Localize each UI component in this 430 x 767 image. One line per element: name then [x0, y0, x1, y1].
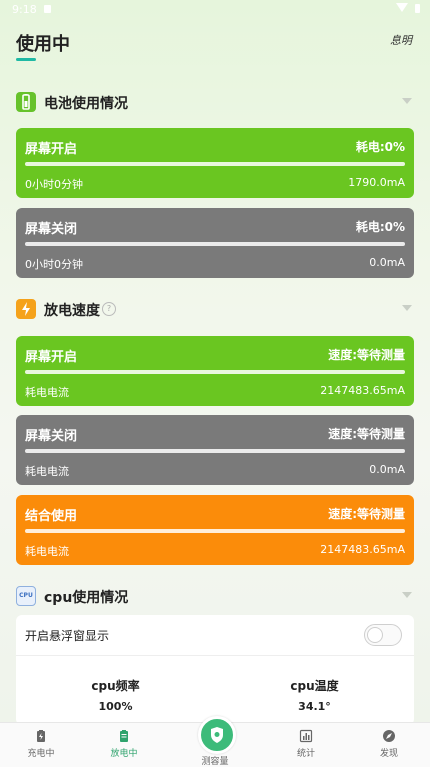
card-speed: 速度:等待测量: [328, 348, 405, 362]
cpu-panel: 开启悬浮窗显示 cpu频率 100% cpu温度 34.1°: [16, 615, 414, 725]
cpu-frequency-value: 100%: [98, 700, 133, 713]
card-label: 耗电电流: [25, 465, 69, 478]
nav-label: 发现: [379, 749, 398, 759]
card-name: 屏幕开启: [25, 142, 78, 157]
card-consumption: 耗电:0%: [355, 140, 405, 154]
discharge-card-combined: 结合使用 速度:等待测量 耗电电流 2147483.65mA: [16, 495, 414, 565]
floating-window-toggle[interactable]: [364, 624, 402, 646]
discharge-section-header[interactable]: 放电速度 ?: [16, 297, 414, 323]
card-label: 耗电电流: [25, 386, 69, 399]
battery-usage-icon: [16, 92, 36, 112]
lightning-icon: [16, 299, 36, 319]
cpu-icon-text: CPU: [19, 592, 33, 599]
battery-status-icon: [415, 4, 420, 13]
nav-item-statistics[interactable]: 统计: [276, 729, 336, 759]
battery-section-header[interactable]: 电池使用情况: [16, 90, 414, 116]
discharge-card-screen-off: 屏幕关闭 速度:等待测量 耗电电流 0.0mA: [16, 415, 414, 485]
compass-icon: [382, 729, 396, 743]
discharge-card-screen-on: 屏幕开启 速度:等待测量 耗电电流 2147483.65mA: [16, 336, 414, 406]
cpu-icon: CPU: [16, 586, 36, 606]
chevron-down-icon[interactable]: [402, 592, 412, 598]
card-label: 耗电电流: [25, 545, 69, 558]
help-icon[interactable]: ?: [102, 302, 116, 316]
card-current: 2147483.65mA: [320, 384, 405, 397]
nav-item-charging[interactable]: 充电中: [11, 729, 71, 759]
cpu-temperature-label: cpu温度: [290, 679, 339, 693]
notification-icon: [44, 5, 51, 13]
cpu-temperature-value: 34.1°: [298, 700, 331, 713]
card-name: 屏幕开启: [25, 350, 78, 365]
cpu-temperature-stat: cpu温度 34.1°: [215, 677, 414, 713]
title-underline: [16, 58, 36, 61]
wifi-icon: [396, 3, 408, 12]
progress-bar: [25, 242, 405, 246]
card-name: 结合使用: [25, 509, 78, 524]
cpu-section-header[interactable]: CPU cpu使用情况: [16, 584, 414, 610]
card-name: 屏幕关闭: [25, 429, 78, 444]
chevron-down-icon[interactable]: [402, 305, 412, 311]
cpu-section-title: cpu使用情况: [44, 590, 129, 606]
discharge-section-title: 放电速度: [44, 303, 100, 319]
battery-charging-icon: [34, 729, 48, 743]
battery-section-title: 电池使用情况: [44, 96, 128, 112]
card-duration: 0小时0分钟: [25, 258, 83, 271]
header-right-label[interactable]: 息明: [390, 32, 412, 48]
nav-label: 统计: [296, 749, 315, 759]
progress-bar: [25, 449, 405, 453]
progress-bar: [25, 370, 405, 374]
floating-window-label: 开启悬浮窗显示: [25, 629, 110, 643]
nav-item-discharging[interactable]: 放电中: [94, 729, 154, 759]
card-duration: 0小时0分钟: [25, 178, 83, 191]
toggle-knob: [367, 627, 383, 643]
battery-card-screen-off: 屏幕关闭 耗电:0% 0小时0分钟 0.0mA: [16, 208, 414, 278]
card-current: 2147483.65mA: [320, 543, 405, 556]
card-speed: 速度:等待测量: [328, 427, 405, 441]
nav-item-discover[interactable]: 发现: [359, 729, 419, 759]
card-consumption: 耗电:0%: [355, 220, 405, 234]
nav-label-capacity: 测容量: [201, 757, 229, 767]
measure-capacity-button[interactable]: [198, 716, 236, 754]
shield-leaf-icon: [211, 727, 223, 743]
card-name: 屏幕关闭: [25, 222, 78, 237]
cpu-frequency-stat: cpu频率 100%: [16, 677, 215, 713]
cpu-frequency-label: cpu频率: [91, 679, 140, 693]
header: 使用中 息明: [0, 22, 430, 64]
card-current: 1790.0mA: [348, 176, 405, 189]
card-speed: 速度:等待测量: [328, 507, 405, 521]
status-bar: 9:18: [0, 0, 430, 22]
bar-chart-icon: [299, 729, 313, 743]
floating-window-row: 开启悬浮窗显示: [16, 615, 414, 656]
nav-label: 放电中: [110, 749, 138, 759]
progress-bar: [25, 529, 405, 533]
chevron-down-icon[interactable]: [402, 98, 412, 104]
nav-label: 充电中: [27, 749, 55, 759]
page-title: 使用中: [16, 34, 70, 55]
progress-bar: [25, 162, 405, 166]
card-current: 0.0mA: [369, 463, 405, 476]
status-time: 9:18: [12, 3, 37, 16]
card-current: 0.0mA: [369, 256, 405, 269]
battery-card-screen-on: 屏幕开启 耗电:0% 0小时0分钟 1790.0mA: [16, 128, 414, 198]
battery-icon: [117, 729, 131, 743]
